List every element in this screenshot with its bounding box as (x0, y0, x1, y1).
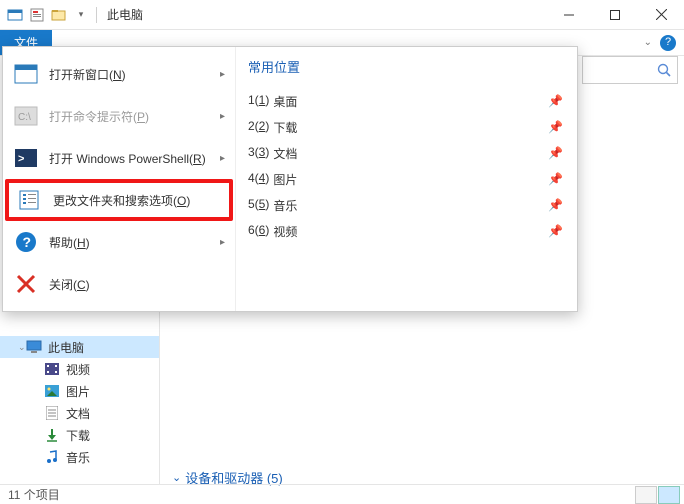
status-text: 11 个项目 (8, 486, 60, 503)
menu-label: 打开 Windows PowerShell(R) (49, 150, 206, 167)
status-bar: 11 个项目 (0, 484, 684, 504)
frequent-label: 图片 (273, 171, 297, 188)
frequent-index: 3(3) (248, 145, 269, 162)
search-icon (657, 63, 671, 77)
frequent-item[interactable]: 6(6) 视频 📌 (248, 218, 569, 244)
pin-icon[interactable]: 📌 (548, 172, 563, 186)
menu-close[interactable]: 关闭(C) (5, 263, 233, 305)
nav-label: 下载 (66, 427, 90, 444)
menu-label: 帮助(H) (49, 234, 90, 251)
nav-pictures[interactable]: 图片 (0, 380, 159, 402)
svg-text:?: ? (23, 234, 32, 250)
help-icon[interactable]: ? (660, 35, 676, 51)
nav-label: 音乐 (66, 449, 90, 466)
qat-new-folder-icon[interactable] (50, 6, 68, 24)
frequent-title: 常用位置 (248, 57, 569, 76)
new-window-icon (13, 61, 39, 87)
menu-open-powershell[interactable]: > 打开 Windows PowerShell(R) ▸ (5, 137, 233, 179)
menu-change-folder-options[interactable]: 更改文件夹和搜索选项(O) (5, 179, 233, 221)
powershell-icon: > (13, 145, 39, 171)
nav-downloads[interactable]: 下载 (0, 424, 159, 446)
view-large-button[interactable] (658, 486, 680, 504)
nav-documents[interactable]: 文档 (0, 402, 159, 424)
nav-label: 图片 (66, 383, 90, 400)
frequent-label: 桌面 (273, 93, 297, 110)
nav-label: 此电脑 (48, 339, 84, 356)
minimize-button[interactable] (546, 0, 592, 30)
file-menu: 打开新窗口(N) ▸ C:\ 打开命令提示符(P) ▸ > 打开 Windows… (2, 46, 578, 312)
chevron-down-icon: ⌄ (172, 471, 181, 484)
title-bar: ▾ 此电脑 (0, 0, 684, 30)
pin-icon[interactable]: 📌 (548, 94, 563, 108)
help-menu-icon: ? (13, 229, 39, 255)
picture-icon (44, 383, 60, 399)
window-title: 此电脑 (107, 6, 143, 23)
svg-text:C:\: C:\ (18, 112, 31, 123)
frequent-index: 6(6) (248, 223, 269, 240)
nav-label: 文档 (66, 405, 90, 422)
frequent-index: 5(5) (248, 197, 269, 214)
menu-label: 更改文件夹和搜索选项(O) (53, 192, 190, 209)
pc-icon (26, 339, 42, 355)
pin-icon[interactable]: 📌 (548, 198, 563, 212)
nav-this-pc[interactable]: ⌄ 此电脑 (0, 336, 159, 358)
video-icon (44, 361, 60, 377)
frequent-label: 音乐 (273, 197, 297, 214)
document-icon (44, 405, 60, 421)
cmd-icon: C:\ (13, 103, 39, 129)
frequent-item[interactable]: 4(4) 图片 📌 (248, 166, 569, 192)
frequent-index: 1(1) (248, 93, 269, 110)
chevron-down-icon[interactable]: ⌄ (18, 342, 26, 353)
submenu-arrow-icon: ▸ (220, 153, 225, 164)
menu-label: 关闭(C) (49, 276, 90, 293)
menu-open-new-window[interactable]: 打开新窗口(N) ▸ (5, 53, 233, 95)
frequent-label: 视频 (273, 223, 297, 240)
nav-music[interactable]: 音乐 (0, 446, 159, 468)
frequent-label: 文档 (273, 145, 297, 162)
options-icon (17, 187, 43, 213)
music-icon (44, 449, 60, 465)
pin-icon[interactable]: 📌 (548, 224, 563, 238)
app-icon (6, 6, 24, 24)
view-details-button[interactable] (635, 486, 657, 504)
menu-label: 打开命令提示符(P) (49, 108, 149, 125)
submenu-arrow-icon: ▸ (220, 111, 225, 122)
submenu-arrow-icon: ▸ (220, 237, 225, 248)
maximize-button[interactable] (592, 0, 638, 30)
download-icon (44, 427, 60, 443)
close-button[interactable] (638, 0, 684, 30)
frequent-index: 4(4) (248, 171, 269, 188)
frequent-item[interactable]: 3(3) 文档 📌 (248, 140, 569, 166)
search-input[interactable] (582, 56, 678, 84)
svg-text:>: > (18, 153, 24, 165)
close-menu-icon (13, 271, 39, 297)
pin-icon[interactable]: 📌 (548, 146, 563, 160)
nav-label: 视频 (66, 361, 90, 378)
frequent-label: 下载 (273, 119, 297, 136)
menu-help[interactable]: ? 帮助(H) ▸ (5, 221, 233, 263)
submenu-arrow-icon: ▸ (220, 69, 225, 80)
frequent-item[interactable]: 1(1) 桌面 📌 (248, 88, 569, 114)
menu-label: 打开新窗口(N) (49, 66, 126, 83)
pin-icon[interactable]: 📌 (548, 120, 563, 134)
frequent-item[interactable]: 2(2) 下载 📌 (248, 114, 569, 140)
nav-videos[interactable]: 视频 (0, 358, 159, 380)
frequent-index: 2(2) (248, 119, 269, 136)
ribbon-expand-icon[interactable]: ⌄ (644, 37, 652, 48)
menu-open-cmd: C:\ 打开命令提示符(P) ▸ (5, 95, 233, 137)
frequent-item[interactable]: 5(5) 音乐 📌 (248, 192, 569, 218)
qat-dropdown-icon[interactable]: ▾ (72, 6, 90, 24)
qat-properties-icon[interactable] (28, 6, 46, 24)
